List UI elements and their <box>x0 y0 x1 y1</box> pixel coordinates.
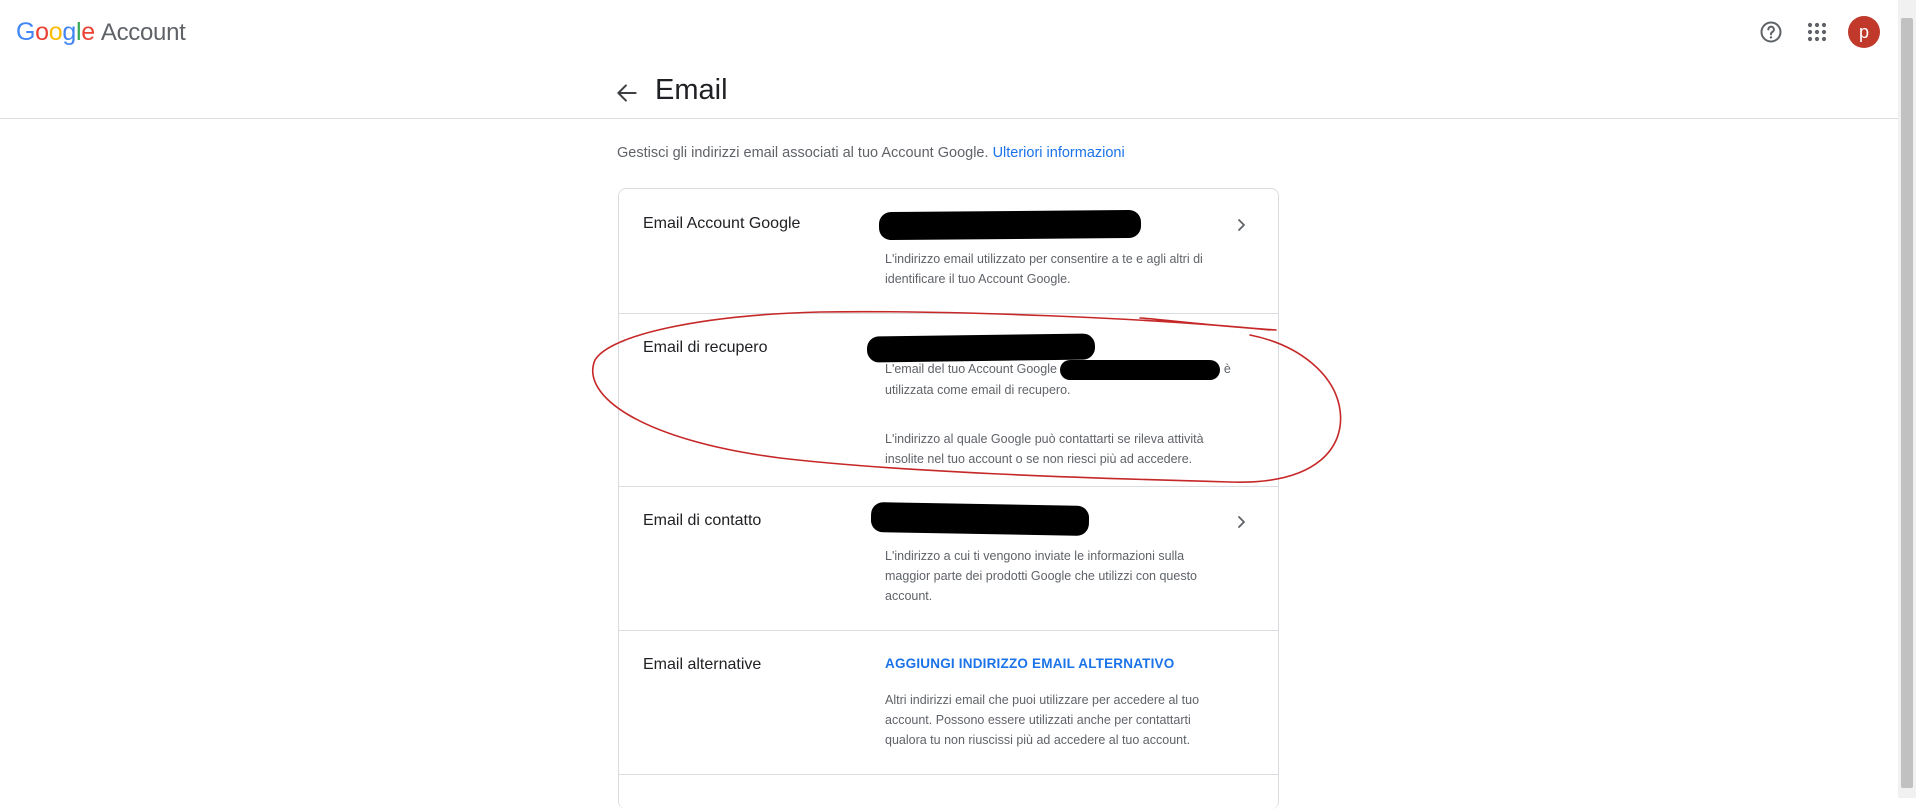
row-description: Altri indirizzi email che puoi utilizzar… <box>885 693 1200 747</box>
scrollbar-thumb[interactable] <box>1901 18 1913 788</box>
row-label: Email alternative <box>643 656 762 673</box>
email-card: Email Account Google L'indirizzo email u… <box>618 188 1279 809</box>
row-recovery-email[interactable]: Email di recupero L'email del tuo Accoun… <box>619 313 1278 487</box>
logo-letter: o <box>35 18 49 46</box>
row-description: L'indirizzo email utilizzato per consent… <box>885 252 1203 286</box>
logo-letter: e <box>81 18 95 46</box>
redacted-email <box>1060 359 1221 380</box>
logo-letter: G <box>16 18 36 46</box>
row-description-secondary: L'indirizzo al quale Google può contatta… <box>885 432 1204 466</box>
avatar-initial: p <box>1858 21 1869 42</box>
row-description: L'indirizzo a cui ti vengono inviate le … <box>885 549 1197 603</box>
top-bar: Google Account p <box>0 0 1898 64</box>
learn-more-link[interactable]: Ulteriori informazioni <box>993 145 1125 161</box>
redacted-email <box>870 502 1090 536</box>
redacted-email <box>878 209 1142 241</box>
help-button[interactable] <box>1755 16 1787 48</box>
help-circle-icon <box>1760 21 1782 43</box>
add-alternate-email-button[interactable]: AGGIUNGI INDIRIZZO EMAIL ALTERNATIVO <box>885 656 1174 671</box>
page-title: Email <box>655 74 728 106</box>
apps-grid-icon <box>1807 22 1827 42</box>
intro-text: Gestisci gli indirizzi email associati a… <box>617 145 1125 161</box>
page-header: Email <box>0 64 1898 119</box>
avatar[interactable]: p <box>1848 16 1880 48</box>
back-button[interactable] <box>614 80 640 106</box>
row-contact-email[interactable]: Email di contatto L'indirizzo a cui ti v… <box>619 486 1278 631</box>
logo-letter: g <box>62 18 76 46</box>
intro-description: Gestisci gli indirizzi email associati a… <box>617 145 989 161</box>
row-alternate-emails: Email alternative AGGIUNGI INDIRIZZO EMA… <box>619 630 1278 775</box>
logo-letter: o <box>48 18 63 46</box>
google-apps-button[interactable] <box>1801 16 1833 48</box>
row-description: L'email del tuo Account Google è utilizz… <box>885 359 1245 400</box>
scrollbar[interactable] <box>1898 0 1916 798</box>
row-label: Email di contatto <box>643 512 762 529</box>
arrow-back-icon <box>617 84 637 102</box>
row-google-account-email[interactable]: Email Account Google L'indirizzo email u… <box>619 189 1278 314</box>
chevron-right-icon <box>1238 516 1245 528</box>
row-label: Email di recupero <box>643 339 768 356</box>
chevron-right-icon <box>1238 219 1245 231</box>
logo-suffix: Account <box>100 19 186 46</box>
google-account-logo[interactable]: Google Account <box>16 18 186 47</box>
row-label: Email Account Google <box>643 215 801 232</box>
row-description-part: L'email del tuo Account Google <box>885 362 1057 376</box>
